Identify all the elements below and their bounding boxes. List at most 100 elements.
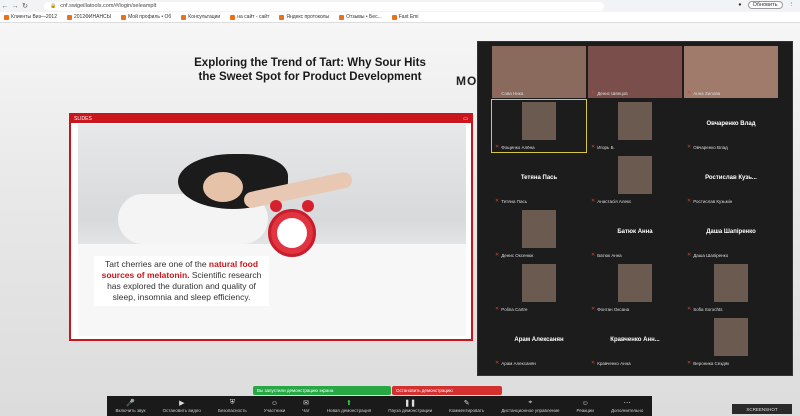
participant-label: ✕ Тетяна Пась bbox=[495, 198, 527, 204]
stop-share-button[interactable]: Остановить демонстрацию bbox=[392, 386, 502, 395]
toolbar-button[interactable]: ✎ Комментировать bbox=[449, 399, 484, 413]
muted-mic-icon: ✕ bbox=[495, 198, 500, 204]
muted-mic-icon: ✕ bbox=[687, 144, 692, 150]
muted-mic-icon: ✕ bbox=[495, 90, 500, 96]
more-icon: ⋯ bbox=[623, 400, 631, 407]
lock-icon: 🔒 bbox=[50, 3, 57, 9]
participant-tile[interactable]: ✕ Фощенко Алёна bbox=[491, 99, 587, 153]
participant-label-text: Даша Шапіренко bbox=[693, 252, 729, 258]
participant-label-text: Тетяна Пась bbox=[501, 198, 528, 204]
toolbar-button[interactable]: ⋯ Дополнительно bbox=[611, 399, 643, 413]
remote-icon: ⌖ bbox=[528, 399, 533, 406]
toolbar-label: Участники bbox=[263, 407, 286, 413]
participant-label: ✕ Игорь Б. bbox=[591, 144, 615, 150]
bookmark-icon bbox=[4, 14, 9, 20]
muted-mic-icon: ✕ bbox=[591, 252, 596, 258]
clock-bell-left bbox=[270, 200, 282, 212]
participant-tile[interactable]: Тетяна Пась ✕ Тетяна Пась bbox=[492, 154, 586, 206]
participant-label-text: Сова Ника bbox=[501, 90, 524, 96]
address-bar[interactable]: 🔒 cnf.swigeillatools.com/#/login/seleamp… bbox=[44, 1, 604, 11]
participant-label-text: Фонтан Оксана bbox=[597, 306, 630, 312]
participant-name: Ростислав Кузь... bbox=[705, 175, 757, 181]
participant-tile[interactable]: ✕ Денис Швецов bbox=[588, 46, 682, 98]
toolbar-button[interactable]: ☺ Участники bbox=[264, 400, 286, 413]
participant-tile[interactable]: Арам Алексанян ✕ Арам Алексанян bbox=[492, 316, 586, 368]
reload-icon[interactable]: ↻ bbox=[20, 2, 30, 10]
participant-label: ✕ Фощенко Алёна bbox=[495, 144, 535, 150]
participant-tile[interactable]: ✕ Денис Оксенюк bbox=[492, 208, 586, 260]
toolbar-button[interactable]: ⛨ Безопасность bbox=[218, 399, 247, 413]
toolbar-button[interactable]: ☺ Реакции bbox=[577, 400, 594, 413]
face-shape bbox=[203, 172, 243, 202]
toolbar-label: Остановить видео bbox=[162, 408, 201, 413]
bookmark-item[interactable]: 2012ФИНАНСЫ bbox=[66, 14, 111, 20]
headline-line-1: Exploring the Trend of Tart: Why Sour Hi… bbox=[194, 57, 426, 69]
toolbar-label: Дистанционное управление bbox=[501, 408, 560, 413]
participant-tile[interactable]: ✕ Sofia Sorochts bbox=[684, 262, 778, 314]
profile-icon[interactable]: ● bbox=[738, 2, 741, 8]
toolbar-label: Включить звук bbox=[115, 408, 146, 413]
bookmark-icon bbox=[121, 14, 127, 20]
window-maximize-icon[interactable]: ▭ bbox=[463, 116, 468, 122]
bookmark-item[interactable]: Отзывы • Бес... bbox=[339, 14, 382, 20]
participant-tile[interactable]: ✕ Игорь Б. bbox=[588, 100, 682, 152]
toolbar-button[interactable]: ⬆ Новая демонстрация bbox=[327, 399, 371, 413]
muted-mic-icon: ✕ bbox=[687, 360, 692, 366]
back-icon[interactable]: ← bbox=[0, 3, 10, 10]
muted-mic-icon: ✕ bbox=[591, 306, 596, 312]
bookmark-label: Клиенты Виз—2012 bbox=[11, 14, 57, 20]
participant-tile[interactable]: ✕ Анна Зилова bbox=[684, 46, 778, 98]
participant-label: ✕ Анастасія Алекс bbox=[591, 198, 631, 204]
bookmark-item[interactable]: Fast Emi bbox=[391, 14, 418, 20]
menu-icon[interactable]: ⋮ bbox=[789, 2, 795, 8]
toolbar-button[interactable]: ✉ Чат bbox=[302, 399, 309, 413]
participant-label: ✕ Даша Шапіренко bbox=[687, 252, 728, 258]
forward-icon[interactable]: → bbox=[10, 3, 20, 10]
bookmark-label: Мой профиль • Об bbox=[128, 14, 172, 20]
participant-tile[interactable]: ✕ Вероника Сездяк bbox=[684, 316, 778, 368]
participant-label-text: Вероника Сездяк bbox=[693, 360, 730, 366]
security-icon: ⛨ bbox=[229, 399, 235, 406]
bookmark-item[interactable]: Консультации bbox=[181, 14, 220, 20]
watermark-label: SCREENSHOT bbox=[732, 404, 792, 414]
participant-label-text: Денис Швецов bbox=[597, 90, 628, 96]
participant-tile[interactable]: ✕ Polina Cartre bbox=[492, 262, 586, 314]
participant-tile[interactable]: ✕ Фонтан Оксана bbox=[588, 262, 682, 314]
bookmark-label: Отзывы • Бес... bbox=[346, 14, 382, 20]
alarm-clock-icon bbox=[268, 209, 316, 257]
participant-video bbox=[618, 102, 652, 140]
participant-tile[interactable]: Батюк Анна ✕ Батюк Анна bbox=[588, 208, 682, 260]
muted-mic-icon: ✕ bbox=[495, 252, 500, 258]
participant-tile[interactable]: Ростислав Кузь... ✕ Ростислав Кузьмін bbox=[684, 154, 778, 206]
update-button[interactable]: Обновить bbox=[747, 1, 783, 9]
participant-video bbox=[618, 264, 652, 302]
participant-label: ✕ Вероника Сездяк bbox=[687, 360, 729, 366]
participant-name: Даша Шапіренко bbox=[706, 229, 756, 235]
bookmark-item[interactable]: Мой профиль • Об bbox=[121, 14, 171, 20]
bookmark-item[interactable]: Яндекс протоколы bbox=[279, 14, 329, 20]
slide-headline: Exploring the Trend of Tart: Why Sour Hi… bbox=[160, 56, 460, 84]
slides-titlebar: SLIDES ▭ bbox=[71, 115, 471, 123]
participant-tile[interactable]: ✕ Анастасія Алекс bbox=[588, 154, 682, 206]
participant-tile[interactable]: ✕ Сова Ника bbox=[492, 46, 586, 98]
sharing-notice[interactable]: Вы запустили демонстрацию экрана bbox=[253, 386, 391, 395]
bookmark-item[interactable]: на сайт - сайт bbox=[230, 14, 269, 20]
participant-tile[interactable]: Даша Шапіренко ✕ Даша Шапіренко bbox=[684, 208, 778, 260]
chat-icon: ✉ bbox=[303, 400, 309, 407]
toolbar-button[interactable]: 🎤 Включить звук bbox=[116, 399, 146, 413]
participant-label: ✕ Polina Cartre bbox=[495, 306, 527, 312]
bookmark-item[interactable]: Клиенты Виз—2012 bbox=[4, 14, 57, 20]
toolbar-label: Новая демонстрация bbox=[326, 408, 372, 413]
muted-mic-icon: ✕ bbox=[591, 90, 596, 96]
slides-window[interactable]: SLIDES ▭ Tart cherries are one of the na… bbox=[69, 113, 473, 341]
muted-mic-icon: ✕ bbox=[687, 306, 692, 312]
participant-tile[interactable]: Кравченко Анн... ✕ Кравченко Анна bbox=[588, 316, 682, 368]
toolbar-button[interactable]: ⌖ Дистанционное управление bbox=[501, 399, 559, 413]
participant-video bbox=[618, 156, 652, 194]
bookmarks-bar: Клиенты Виз—2012 2012ФИНАНСЫ Мой профиль •… bbox=[0, 12, 800, 23]
participant-name: Тетяна Пась bbox=[520, 175, 558, 181]
toolbar-button[interactable]: ❚❚ Пауза демонстрации bbox=[388, 399, 432, 413]
toolbar-button[interactable]: ▶ Остановить видео bbox=[163, 399, 201, 413]
participant-label: ✕ Фонтан Оксана bbox=[591, 306, 629, 312]
participant-tile[interactable]: Овчаренко Влад ✕ Овчаренко Влад bbox=[684, 100, 778, 152]
